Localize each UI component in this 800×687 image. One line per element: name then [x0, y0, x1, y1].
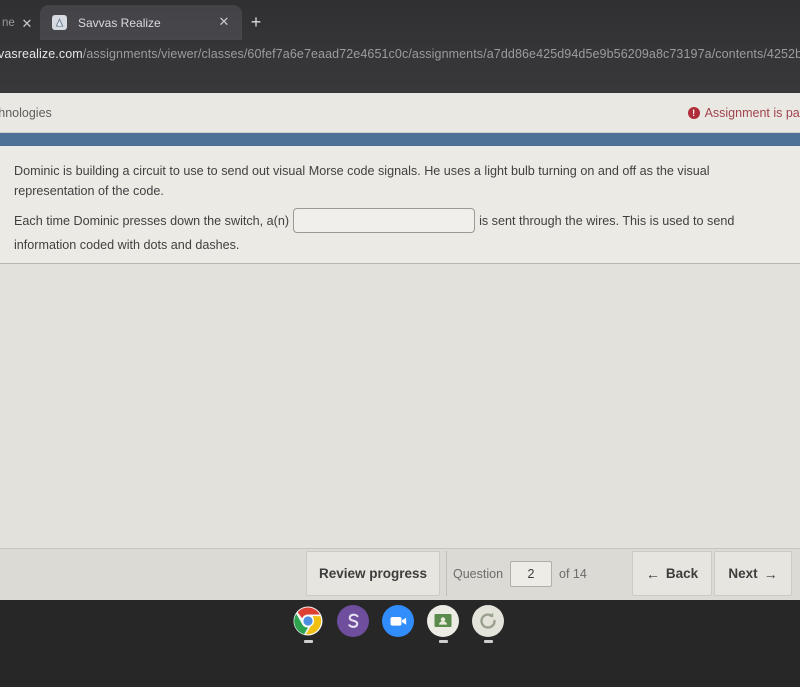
browser-chrome: ne ✕ Savvas Realize ✕ + vasrealize.com/a…	[0, 0, 800, 93]
browser-tab-1[interactable]: Savvas Realize	[40, 5, 242, 40]
shelf-item-classroom[interactable]	[426, 605, 460, 643]
close-icon[interactable]: ✕	[19, 16, 35, 32]
shelf-icon-list	[291, 605, 505, 643]
url-domain: vasrealize.com	[0, 47, 83, 61]
tab-strip: ne ✕ Savvas Realize ✕ +	[0, 0, 800, 40]
question-counter: Question of 14	[446, 551, 587, 596]
shelf-item-chrome[interactable]	[291, 605, 325, 643]
tab-title-0: ne	[2, 17, 15, 29]
shelf-running-indicator	[483, 640, 493, 643]
page-title: chnologies	[0, 106, 52, 120]
status-badge: ! Assignment is pas	[687, 106, 800, 120]
page-content: chnologies ! Assignment is pas Dominic i…	[0, 93, 800, 672]
question-prompt: Each time Dominic presses down the switc…	[14, 208, 784, 255]
savvas-favicon-icon	[52, 15, 67, 30]
back-button-label: Back	[665, 566, 699, 581]
back-button[interactable]: ← Back	[632, 551, 712, 596]
tab-title-1: Savvas Realize	[78, 15, 161, 30]
bottom-navigation-bar: Review progress Question of 14 ← Back Ne…	[0, 548, 800, 600]
shelf-running-indicator	[438, 640, 448, 643]
alert-icon: !	[687, 107, 700, 119]
classroom-icon	[427, 605, 459, 637]
new-tab-button[interactable]: +	[246, 13, 266, 33]
prompt-text-before: Each time Dominic presses down the switc…	[14, 213, 290, 228]
arrow-left-icon: ←	[645, 565, 660, 582]
savvas-icon	[337, 605, 369, 637]
shelf-running-indicator	[303, 640, 313, 643]
answer-blank-input[interactable]	[293, 208, 476, 233]
app-header: chnologies ! Assignment is pas	[0, 93, 800, 133]
next-button[interactable]: Next →	[714, 551, 792, 596]
arrow-right-icon: →	[763, 565, 778, 582]
question-card: Dominic is building a circuit to use to …	[0, 146, 800, 264]
shelf-item-savvas[interactable]	[336, 605, 370, 643]
url-text: vasrealize.com/assignments/viewer/classe…	[0, 47, 800, 61]
shelf-item-refresh[interactable]	[471, 605, 505, 643]
question-total-label: of 14	[559, 566, 587, 581]
url-path: /assignments/viewer/classes/60fef7a6e7ea…	[82, 47, 800, 61]
chromeos-shelf	[0, 600, 800, 687]
question-number-input[interactable]	[510, 560, 553, 587]
review-progress-button[interactable]: Review progress	[306, 551, 440, 596]
chrome-icon	[292, 605, 324, 637]
close-icon[interactable]: ✕	[216, 14, 232, 30]
next-button-label: Next	[728, 566, 758, 581]
refresh-icon	[472, 605, 504, 637]
omnibox[interactable]: vasrealize.com/assignments/viewer/classe…	[0, 40, 800, 68]
shelf-running-indicator	[394, 640, 403, 643]
chromebook-screen: ne ✕ Savvas Realize ✕ + vasrealize.com/a…	[0, 0, 800, 687]
zoom-icon	[382, 605, 414, 637]
shelf-item-zoom[interactable]	[381, 605, 415, 643]
question-stem: Dominic is building a circuit to use to …	[14, 164, 710, 198]
accent-bar	[0, 133, 800, 146]
status-text: Assignment is pas	[704, 106, 800, 120]
question-counter-label: Question	[453, 566, 504, 581]
shelf-running-indicator	[349, 640, 358, 643]
